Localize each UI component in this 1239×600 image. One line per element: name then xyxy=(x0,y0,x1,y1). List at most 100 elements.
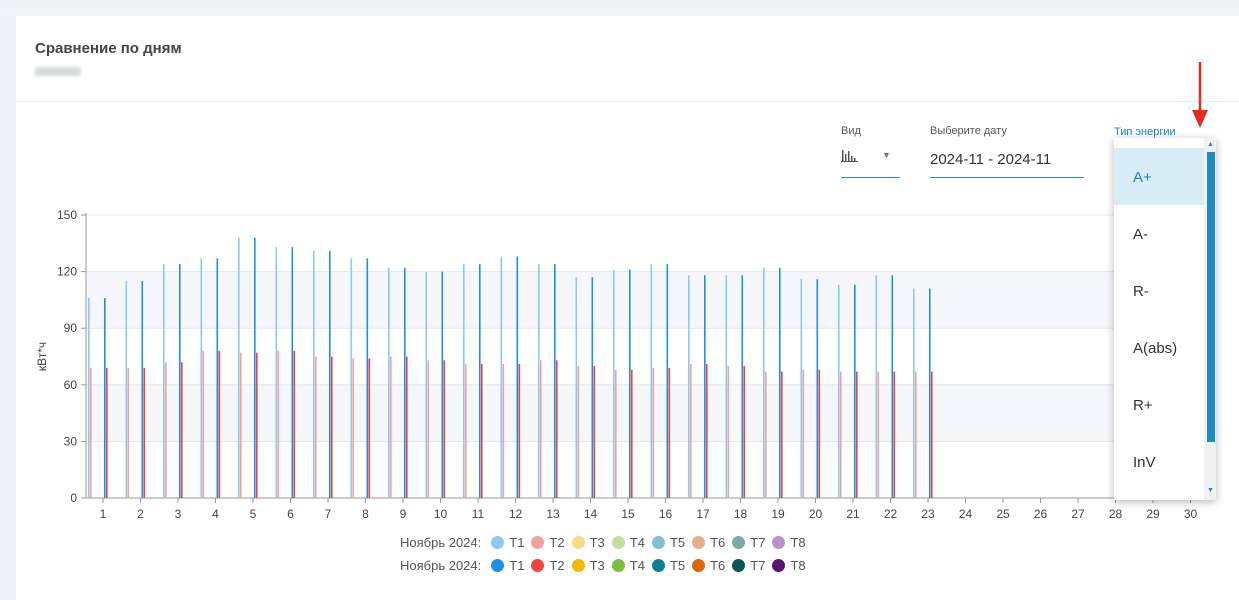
legend-item[interactable]: T4 xyxy=(611,535,645,550)
bar xyxy=(366,258,369,498)
legend-label: T2 xyxy=(549,558,565,573)
x-tick-label: 1 xyxy=(100,507,107,521)
grid-band xyxy=(86,384,1204,442)
bar xyxy=(163,264,165,498)
legend-item[interactable]: T4 xyxy=(611,558,645,573)
scroll-up-icon[interactable]: ▲ xyxy=(1207,141,1214,148)
bar xyxy=(329,250,331,498)
energy-option-inv[interactable]: InV xyxy=(1114,433,1204,490)
x-tick-label: 19 xyxy=(771,507,785,521)
bar xyxy=(441,271,444,498)
legend-item[interactable]: T6 xyxy=(692,558,725,573)
legend-label: T3 xyxy=(589,558,605,573)
bar xyxy=(690,364,692,498)
energy-option-a-abs[interactable]: A(abs) xyxy=(1114,319,1204,376)
x-tick-label: 28 xyxy=(1109,507,1123,521)
bar xyxy=(315,356,317,498)
legend-item[interactable]: T6 xyxy=(692,535,725,550)
legend-label: T8 xyxy=(790,558,806,573)
legend-swatch xyxy=(491,536,505,549)
bar xyxy=(743,365,746,498)
bar xyxy=(143,367,146,498)
bar xyxy=(915,371,917,498)
legend-item[interactable]: T5 xyxy=(651,535,685,550)
bar xyxy=(465,364,467,498)
legend-item[interactable]: T8 xyxy=(772,535,806,550)
bar xyxy=(516,256,519,498)
x-tick-label: 21 xyxy=(846,507,860,521)
scroll-down-icon[interactable]: ▼ xyxy=(1207,487,1214,494)
option-label: A(abs) xyxy=(1133,340,1178,357)
x-tick-label: 23 xyxy=(921,507,935,521)
legend-item[interactable]: T7 xyxy=(732,558,765,573)
legend-item[interactable]: T8 xyxy=(772,558,806,573)
x-tick-label: 27 xyxy=(1071,507,1085,521)
energy-option-a-plus[interactable]: A+ xyxy=(1114,148,1204,205)
bar xyxy=(200,258,203,498)
y-tick-label: 30 xyxy=(64,434,78,448)
legend-item[interactable]: T3 xyxy=(571,558,605,573)
bar xyxy=(591,277,594,498)
y-tick-label: 0 xyxy=(70,491,77,505)
bar xyxy=(854,284,856,498)
bar xyxy=(277,350,280,498)
bar xyxy=(104,298,106,498)
x-tick-label: 7 xyxy=(325,507,332,521)
bar xyxy=(554,264,556,498)
bar xyxy=(893,371,896,498)
bar xyxy=(688,275,690,498)
bar xyxy=(765,371,767,498)
legend-label: T4 xyxy=(629,535,645,550)
dropdown-scrollbar[interactable]: ▲ ▼ xyxy=(1204,138,1216,500)
legend-label: T8 xyxy=(790,535,806,550)
legend-swatch xyxy=(692,559,706,572)
option-label: A- xyxy=(1133,226,1148,243)
legend-label: T6 xyxy=(710,558,726,573)
bar xyxy=(538,264,540,498)
bar xyxy=(179,264,181,498)
energy-option-a-minus[interactable]: A- xyxy=(1114,205,1204,262)
x-tick-label: 12 xyxy=(509,507,523,521)
bar xyxy=(818,369,821,498)
legend-item[interactable]: T2 xyxy=(531,558,565,573)
legend-label: T3 xyxy=(589,535,605,550)
bar xyxy=(141,281,144,498)
bar xyxy=(240,352,242,498)
bar xyxy=(125,281,128,498)
x-tick-label: 16 xyxy=(659,507,673,521)
bar xyxy=(331,356,333,498)
legend-item[interactable]: T2 xyxy=(531,535,565,550)
legend-item[interactable]: T5 xyxy=(651,558,685,573)
bar xyxy=(613,269,615,498)
legend-label: T7 xyxy=(750,535,766,550)
bar xyxy=(350,258,353,498)
bar xyxy=(593,365,596,498)
scrollbar-thumb[interactable] xyxy=(1207,152,1215,442)
y-tick-label: 90 xyxy=(64,321,78,335)
grid-band xyxy=(86,271,1204,329)
bar xyxy=(500,256,503,498)
bar xyxy=(631,369,633,498)
energy-option-r-minus[interactable]: R- xyxy=(1114,262,1204,319)
bar xyxy=(165,362,167,498)
bar xyxy=(256,352,258,498)
energy-type-dropdown[interactable]: A+ A- R- A(abs) R+ InV ▲ ▼ xyxy=(1114,138,1216,500)
x-tick-label: 20 xyxy=(809,507,823,521)
bar xyxy=(202,350,205,498)
legend-item[interactable]: T3 xyxy=(571,535,605,550)
x-tick-label: 6 xyxy=(287,507,294,521)
legend-item[interactable]: T7 xyxy=(732,535,765,550)
bar xyxy=(443,360,446,498)
legend-item[interactable]: T1 xyxy=(491,535,524,550)
x-tick-label: 8 xyxy=(362,507,369,521)
bar xyxy=(293,350,296,498)
legend-item[interactable]: T1 xyxy=(491,558,524,573)
x-tick-label: 29 xyxy=(1146,507,1160,521)
x-tick-label: 18 xyxy=(734,507,748,521)
energy-option-r-plus[interactable]: R+ xyxy=(1114,376,1204,433)
x-tick-label: 13 xyxy=(546,507,560,521)
x-tick-label: 15 xyxy=(621,507,635,521)
x-tick-label: 3 xyxy=(175,507,182,521)
x-tick-label: 2 xyxy=(137,507,144,521)
bar xyxy=(127,367,130,498)
